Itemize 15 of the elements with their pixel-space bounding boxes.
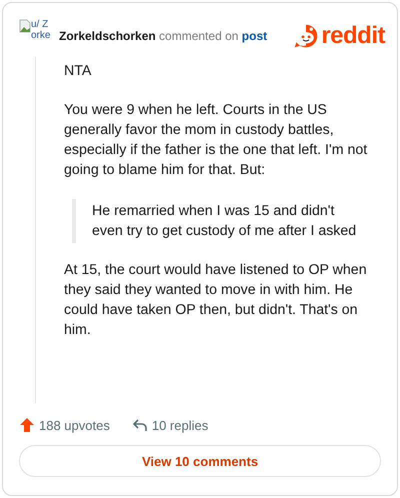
logo-wordmark: reddit: [321, 21, 385, 51]
reply-icon[interactable]: [132, 418, 148, 432]
action-text: commented on: [159, 29, 238, 43]
broken-image-icon: [19, 19, 31, 33]
author-name[interactable]: Zorkeldschorken: [59, 29, 156, 43]
view-comments-button[interactable]: View 10 comments: [19, 445, 381, 477]
avatar-alt-text: u/ Zorke: [31, 19, 52, 41]
comment-paragraph: NTA: [64, 62, 92, 81]
upvote-icon[interactable]: [19, 417, 35, 433]
post-link[interactable]: post: [242, 29, 268, 43]
reply-count: 10 replies: [152, 418, 208, 432]
quote-block: He remarried when I was 15 and didn't even try to get custody of me after I asked: [72, 199, 373, 243]
comment-paragraph: You were 9 when he left. Courts in the US generally favor the mom in custody battles, especially if the father is the one that left. I'm not going to blame him for that. But:: [64, 101, 368, 180]
comment-paragraph: At 15, the court would have listened to OP when they said they wanted to move in with him. He could have taken OP then, but didn't. That's on him.: [64, 261, 368, 340]
upvote-count: 188 upvotes: [39, 418, 110, 432]
